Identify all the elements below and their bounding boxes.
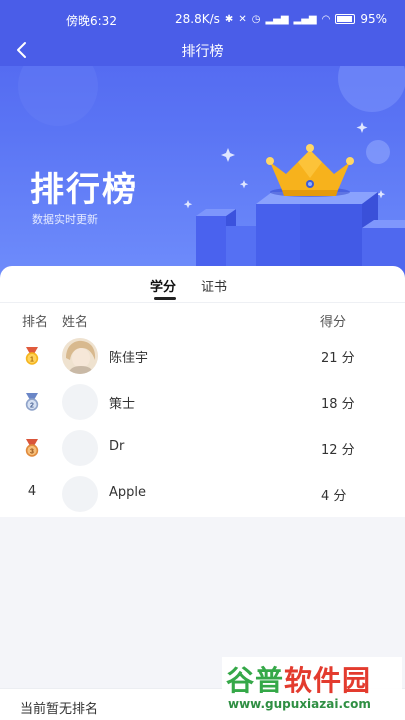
navigation-bar: 排行榜 <box>0 34 405 66</box>
status-time: 傍晚6:32 <box>66 14 117 28</box>
table-row[interactable]: 3 Dr 12 分 <box>0 425 405 471</box>
my-rank-text: 当前暂无排名 <box>20 702 99 717</box>
user-name: Apple <box>109 485 147 500</box>
active-tab-indicator <box>154 297 176 300</box>
bronze-medal-icon: 3 <box>25 439 39 457</box>
tab-certificates[interactable]: 证书 <box>201 276 227 295</box>
user-name: 策士 <box>109 397 136 412</box>
gold-medal-icon: 1 <box>25 347 39 365</box>
page-title: 排行榜 <box>181 44 224 60</box>
column-header-score: 得分 <box>320 315 347 330</box>
wifi-icon: ◠ <box>321 13 331 25</box>
tab-credits[interactable]: 学分 <box>150 276 176 295</box>
rank-number: 4 <box>27 484 37 499</box>
column-header-name: 姓名 <box>62 315 89 330</box>
avatar <box>62 476 98 512</box>
table-row[interactable]: 2 策士 18 分 <box>0 379 405 425</box>
status-icons: 28.8K/s ✱ ✕ ◷ ▂▄▆ ▂▄▆ ◠ 95% <box>175 12 387 26</box>
network-speed: 28.8K/s <box>175 12 220 26</box>
user-score: 18 分 <box>321 397 355 412</box>
divider <box>0 302 405 303</box>
signal-icon-2: ▂▄▆ <box>293 13 317 25</box>
table-row[interactable]: 4 Apple 4 分 <box>0 471 405 517</box>
svg-text:2: 2 <box>30 402 34 409</box>
bluetooth-icon: ✱ <box>224 13 234 25</box>
battery-icon <box>335 14 356 24</box>
silver-medal-icon: 2 <box>25 393 39 411</box>
avatar <box>62 384 98 420</box>
avatar <box>62 338 98 374</box>
user-score: 4 分 <box>321 489 347 504</box>
user-name: Dr <box>109 439 125 454</box>
user-score: 12 分 <box>321 443 355 458</box>
svg-text:3: 3 <box>30 448 34 455</box>
column-header-rank: 排名 <box>22 315 49 330</box>
watermark-logo: 谷普软件园 www.gupuxiazai.com <box>222 657 402 717</box>
mute-icon: ✕ <box>238 13 247 25</box>
user-name: 陈佳宇 <box>109 351 149 366</box>
rank-cell: 2 <box>22 392 42 412</box>
rank-cell: 3 <box>22 438 42 458</box>
table-row[interactable]: 1 陈佳宇 21 分 <box>0 333 405 379</box>
alarm-icon: ◷ <box>251 13 261 25</box>
watermark-url: www.gupuxiazai.com <box>228 697 371 711</box>
tab-bar: 学分 证书 <box>0 266 405 300</box>
rank-cell: 1 <box>22 346 42 366</box>
leaderboard-card: 学分 证书 排名 姓名 得分 1 陈佳宇 21 分 2 策士 18 分 3 Dr… <box>0 266 405 517</box>
watermark-brand: 谷普软件园 <box>226 664 372 697</box>
avatar <box>62 430 98 466</box>
signal-icon: ▂▄▆ <box>265 13 289 25</box>
hero-banner: 傍晚6:32 28.8K/s ✱ ✕ ◷ ▂▄▆ ▂▄▆ ◠ 95% 排行榜 排… <box>0 0 405 282</box>
user-score: 21 分 <box>321 351 355 366</box>
hero-title: 排行榜 <box>30 170 138 210</box>
svg-text:1: 1 <box>30 356 34 363</box>
status-bar: 傍晚6:32 28.8K/s ✱ ✕ ◷ ▂▄▆ ▂▄▆ ◠ 95% <box>0 0 405 34</box>
hero-subtitle: 数据实时更新 <box>32 213 98 226</box>
battery-percent: 95% <box>360 12 387 26</box>
